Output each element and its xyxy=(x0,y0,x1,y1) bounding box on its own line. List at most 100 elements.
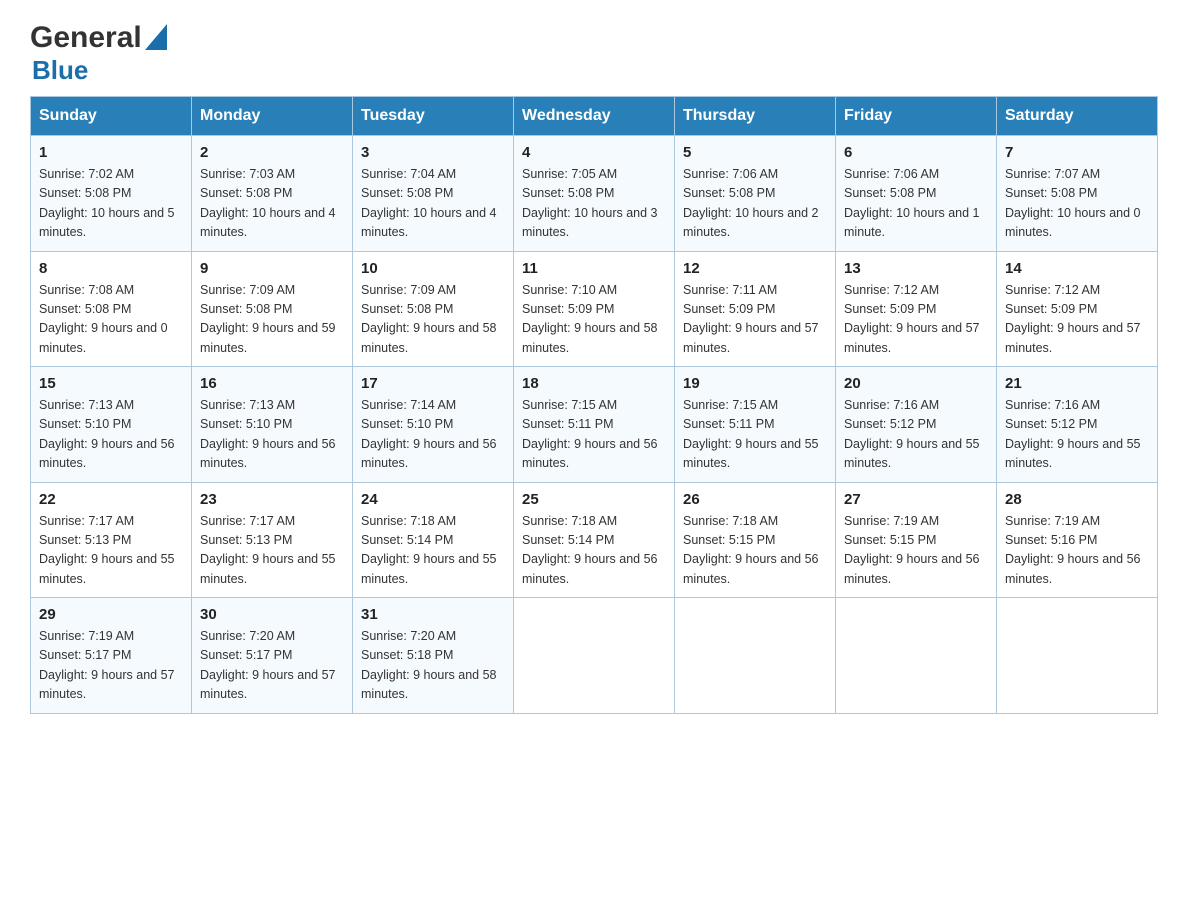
calendar-cell: 12 Sunrise: 7:11 AMSunset: 5:09 PMDayligh… xyxy=(675,251,836,367)
calendar-week-row: 15 Sunrise: 7:13 AMSunset: 5:10 PMDayligh… xyxy=(31,367,1158,483)
day-number: 29 xyxy=(39,606,183,623)
calendar-cell: 24 Sunrise: 7:18 AMSunset: 5:14 PMDayligh… xyxy=(353,482,514,598)
day-number: 1 xyxy=(39,144,183,161)
day-number: 3 xyxy=(361,144,505,161)
day-number: 7 xyxy=(1005,144,1149,161)
day-number: 30 xyxy=(200,606,344,623)
day-number: 24 xyxy=(361,491,505,508)
day-info: Sunrise: 7:13 AMSunset: 5:10 PMDaylight:… xyxy=(200,396,344,474)
calendar-week-row: 8Sunrise: 7:08 AMSunset: 5:08 PMDaylight… xyxy=(31,251,1158,367)
day-number: 14 xyxy=(1005,260,1149,277)
day-info: Sunrise: 7:17 AMSunset: 5:13 PMDaylight:… xyxy=(39,512,183,590)
day-info: Sunrise: 7:03 AMSunset: 5:08 PMDaylight:… xyxy=(200,165,344,243)
col-header-friday: Friday xyxy=(836,97,997,136)
day-number: 28 xyxy=(1005,491,1149,508)
day-number: 11 xyxy=(522,260,666,277)
day-info: Sunrise: 7:07 AMSunset: 5:08 PMDaylight:… xyxy=(1005,165,1149,243)
calendar-cell: 19 Sunrise: 7:15 AMSunset: 5:11 PMDayligh… xyxy=(675,367,836,483)
day-number: 31 xyxy=(361,606,505,623)
calendar-cell: 25 Sunrise: 7:18 AMSunset: 5:14 PMDayligh… xyxy=(514,482,675,598)
calendar-cell: 28Sunrise: 7:19 AMSunset: 5:16 PMDayligh… xyxy=(997,482,1158,598)
day-info: Sunrise: 7:12 AMSunset: 5:09 PMDaylight:… xyxy=(1005,281,1149,359)
col-header-thursday: Thursday xyxy=(675,97,836,136)
day-info: Sunrise: 7:18 AMSunset: 5:14 PMDaylight:… xyxy=(361,512,505,590)
calendar-cell: 5 Sunrise: 7:06 AMSunset: 5:08 PMDaylight… xyxy=(675,136,836,252)
calendar-cell: 16 Sunrise: 7:13 AMSunset: 5:10 PMDayligh… xyxy=(192,367,353,483)
day-info: Sunrise: 7:15 AMSunset: 5:11 PMDaylight:… xyxy=(683,396,827,474)
calendar-week-row: 1 Sunrise: 7:02 AMSunset: 5:08 PMDaylight… xyxy=(31,136,1158,252)
day-info: Sunrise: 7:19 AMSunset: 5:17 PMDaylight:… xyxy=(39,627,183,705)
calendar-cell: 1 Sunrise: 7:02 AMSunset: 5:08 PMDaylight… xyxy=(31,136,192,252)
logo-blue-text: Blue xyxy=(32,55,88,86)
calendar-cell: 6 Sunrise: 7:06 AMSunset: 5:08 PMDaylight… xyxy=(836,136,997,252)
day-info: Sunrise: 7:17 AMSunset: 5:13 PMDaylight:… xyxy=(200,512,344,590)
day-info: Sunrise: 7:06 AMSunset: 5:08 PMDaylight:… xyxy=(844,165,988,243)
day-info: Sunrise: 7:13 AMSunset: 5:10 PMDaylight:… xyxy=(39,396,183,474)
day-number: 19 xyxy=(683,375,827,392)
day-number: 16 xyxy=(200,375,344,392)
calendar-cell: 23 Sunrise: 7:17 AMSunset: 5:13 PMDayligh… xyxy=(192,482,353,598)
day-info: Sunrise: 7:02 AMSunset: 5:08 PMDaylight:… xyxy=(39,165,183,243)
calendar-table: SundayMondayTuesdayWednesdayThursdayFrid… xyxy=(30,96,1158,714)
calendar-cell xyxy=(997,598,1158,714)
day-number: 18 xyxy=(522,375,666,392)
calendar-cell: 10Sunrise: 7:09 AMSunset: 5:08 PMDayligh… xyxy=(353,251,514,367)
day-number: 15 xyxy=(39,375,183,392)
calendar-cell: 3 Sunrise: 7:04 AMSunset: 5:08 PMDaylight… xyxy=(353,136,514,252)
calendar-cell: 15 Sunrise: 7:13 AMSunset: 5:10 PMDayligh… xyxy=(31,367,192,483)
day-info: Sunrise: 7:19 AMSunset: 5:15 PMDaylight:… xyxy=(844,512,988,590)
logo-general-text: General xyxy=(30,21,142,55)
calendar-cell: 21Sunrise: 7:16 AMSunset: 5:12 PMDayligh… xyxy=(997,367,1158,483)
day-number: 6 xyxy=(844,144,988,161)
calendar-week-row: 22 Sunrise: 7:17 AMSunset: 5:13 PMDayligh… xyxy=(31,482,1158,598)
day-info: Sunrise: 7:18 AMSunset: 5:14 PMDaylight:… xyxy=(522,512,666,590)
day-info: Sunrise: 7:15 AMSunset: 5:11 PMDaylight:… xyxy=(522,396,666,474)
calendar-cell xyxy=(836,598,997,714)
day-info: Sunrise: 7:14 AMSunset: 5:10 PMDaylight:… xyxy=(361,396,505,474)
calendar-cell: 14 Sunrise: 7:12 AMSunset: 5:09 PMDayligh… xyxy=(997,251,1158,367)
day-info: Sunrise: 7:11 AMSunset: 5:09 PMDaylight:… xyxy=(683,281,827,359)
col-header-sunday: Sunday xyxy=(31,97,192,136)
calendar-cell: 9Sunrise: 7:09 AMSunset: 5:08 PMDaylight… xyxy=(192,251,353,367)
day-number: 8 xyxy=(39,260,183,277)
calendar-cell: 18 Sunrise: 7:15 AMSunset: 5:11 PMDayligh… xyxy=(514,367,675,483)
calendar-week-row: 29 Sunrise: 7:19 AMSunset: 5:17 PMDayligh… xyxy=(31,598,1158,714)
day-info: Sunrise: 7:18 AMSunset: 5:15 PMDaylight:… xyxy=(683,512,827,590)
day-number: 9 xyxy=(200,260,344,277)
calendar-cell: 29 Sunrise: 7:19 AMSunset: 5:17 PMDayligh… xyxy=(31,598,192,714)
day-info: Sunrise: 7:06 AMSunset: 5:08 PMDaylight:… xyxy=(683,165,827,243)
calendar-cell: 20Sunrise: 7:16 AMSunset: 5:12 PMDayligh… xyxy=(836,367,997,483)
day-number: 12 xyxy=(683,260,827,277)
day-info: Sunrise: 7:09 AMSunset: 5:08 PMDaylight:… xyxy=(361,281,505,359)
page-header: General Blue xyxy=(30,20,1158,86)
day-number: 17 xyxy=(361,375,505,392)
day-number: 23 xyxy=(200,491,344,508)
day-info: Sunrise: 7:10 AMSunset: 5:09 PMDaylight:… xyxy=(522,281,666,359)
day-number: 26 xyxy=(683,491,827,508)
day-number: 2 xyxy=(200,144,344,161)
calendar-cell: 7 Sunrise: 7:07 AMSunset: 5:08 PMDaylight… xyxy=(997,136,1158,252)
col-header-wednesday: Wednesday xyxy=(514,97,675,136)
day-info: Sunrise: 7:04 AMSunset: 5:08 PMDaylight:… xyxy=(361,165,505,243)
day-info: Sunrise: 7:05 AMSunset: 5:08 PMDaylight:… xyxy=(522,165,666,243)
calendar-cell: 31Sunrise: 7:20 AMSunset: 5:18 PMDayligh… xyxy=(353,598,514,714)
day-number: 4 xyxy=(522,144,666,161)
day-number: 22 xyxy=(39,491,183,508)
calendar-cell: 13Sunrise: 7:12 AMSunset: 5:09 PMDayligh… xyxy=(836,251,997,367)
calendar-cell xyxy=(675,598,836,714)
calendar-cell: 30 Sunrise: 7:20 AMSunset: 5:17 PMDayligh… xyxy=(192,598,353,714)
day-number: 13 xyxy=(844,260,988,277)
col-header-saturday: Saturday xyxy=(997,97,1158,136)
calendar-cell: 4 Sunrise: 7:05 AMSunset: 5:08 PMDaylight… xyxy=(514,136,675,252)
day-number: 5 xyxy=(683,144,827,161)
calendar-header-row: SundayMondayTuesdayWednesdayThursdayFrid… xyxy=(31,97,1158,136)
calendar-cell: 26 Sunrise: 7:18 AMSunset: 5:15 PMDayligh… xyxy=(675,482,836,598)
calendar-cell: 17 Sunrise: 7:14 AMSunset: 5:10 PMDayligh… xyxy=(353,367,514,483)
day-number: 21 xyxy=(1005,375,1149,392)
day-info: Sunrise: 7:20 AMSunset: 5:17 PMDaylight:… xyxy=(200,627,344,705)
day-number: 25 xyxy=(522,491,666,508)
calendar-cell: 2 Sunrise: 7:03 AMSunset: 5:08 PMDaylight… xyxy=(192,136,353,252)
logo-triangle-icon xyxy=(145,24,167,55)
day-info: Sunrise: 7:16 AMSunset: 5:12 PMDaylight:… xyxy=(844,396,988,474)
calendar-cell: 22 Sunrise: 7:17 AMSunset: 5:13 PMDayligh… xyxy=(31,482,192,598)
